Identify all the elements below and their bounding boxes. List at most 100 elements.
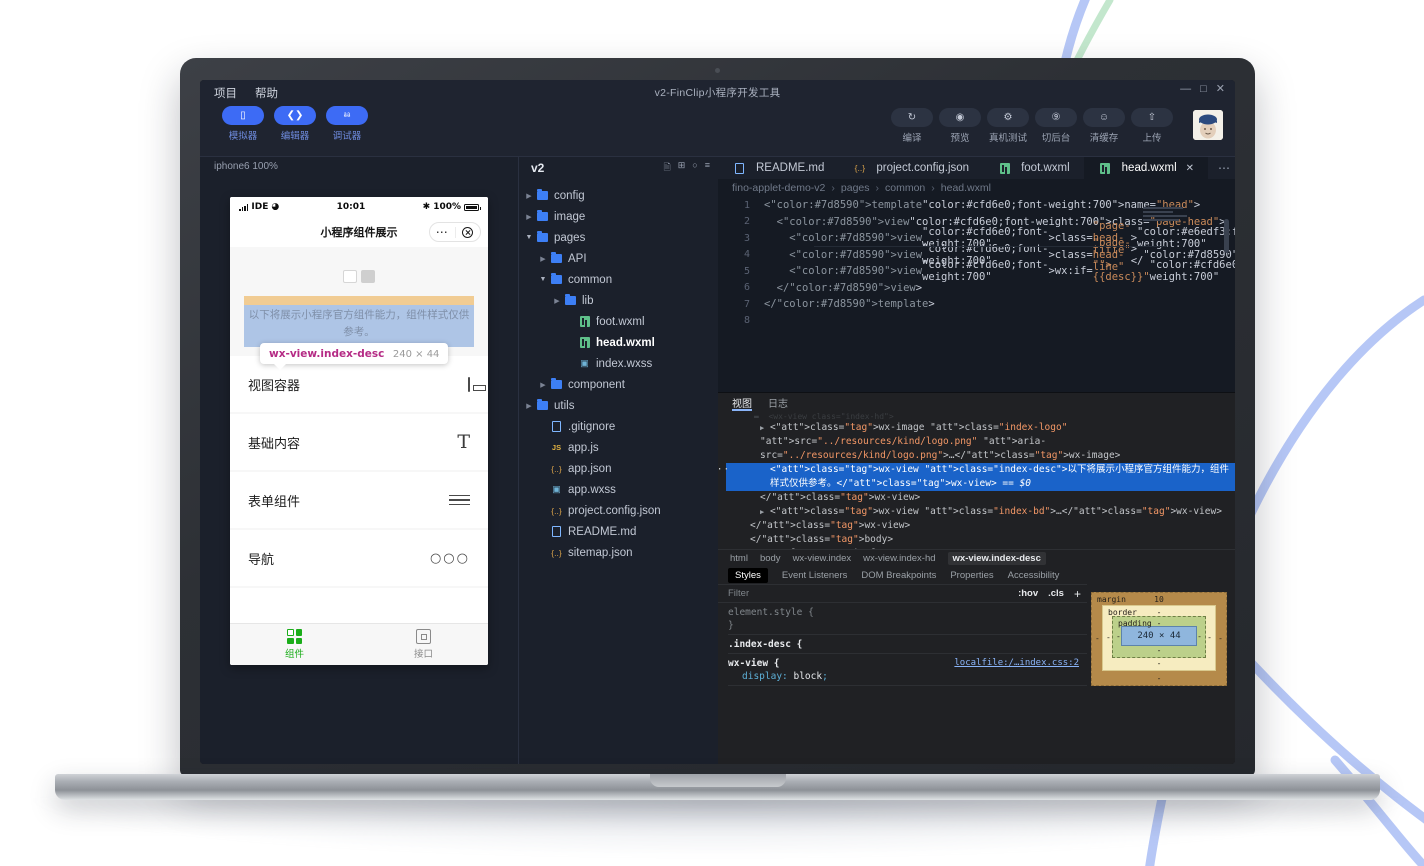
dom-expand-icon[interactable]: ▶ [760,424,764,432]
editor-toggle-button[interactable]: ❮❯ 编辑器 [274,106,316,142]
new-folder-icon[interactable]: ⊞ [678,160,686,176]
debugger-toggle-button[interactable]: ⎂ 调试器 [326,106,368,142]
cls-toggle[interactable]: .cls [1048,588,1064,599]
style-tab-accessibility[interactable]: Accessibility [1008,570,1060,581]
simulator-toggle-button[interactable]: ▯ 模拟器 [222,106,264,142]
device-test-button[interactable]: ⚙ 真机测试 [987,108,1029,144]
editor-tab-readme-md[interactable]: README.md [718,157,838,179]
hov-toggle[interactable]: :hov [1018,588,1038,599]
code-minimap[interactable] [1143,205,1197,375]
tree-arrow-icon[interactable]: ▶ [523,402,535,410]
breadcrumb-item[interactable]: common [885,182,925,194]
box-model-border[interactable]: border - - - - padding - [1102,605,1216,671]
list-item-partial[interactable] [230,588,488,623]
tree-item-config[interactable]: ▶config [519,185,718,206]
editor-tab-foot-wxml[interactable]: foot.wxml [983,157,1084,179]
close-circle-icon[interactable] [456,227,481,238]
filter-input[interactable]: Filter [728,588,1018,599]
dom-tree[interactable]: ▬ <wx-view class="index-hd"> ▶ <"att">cl… [718,411,1235,549]
css-rule[interactable]: .index-desc {</span><div class="prop" da… [728,638,1087,654]
tree-arrow-icon[interactable]: ▶ [551,297,563,305]
tree-item-index-wxss[interactable]: ▣index.wxss [519,353,718,374]
add-rule-icon[interactable]: + [1074,587,1081,601]
dom-crumb-wx-view-index-desc[interactable]: wx-view.index-desc [948,552,1046,565]
tab-close-icon[interactable]: ✕ [1186,163,1194,174]
maximize-icon[interactable]: □ [1200,84,1207,95]
dom-node[interactable]: </"att">class="tag">body> [726,533,1235,547]
breadcrumb-item[interactable]: fino-applet-demo-v2 [732,182,825,194]
css-rule[interactable]: element.style {} [728,606,1087,635]
css-property[interactable]: display: block; [728,670,1087,683]
devtools-tab-view[interactable]: 视图 [732,395,752,411]
code-editor[interactable]: 1<"color:#7d8590">template "color:#cfd6e… [718,197,1235,392]
dom-node[interactable]: </"att">class="tag">wx-view> [726,491,1235,505]
simulator-device-label[interactable]: iphone6 100% [200,157,518,177]
tabbar-item-components[interactable]: 组件 [230,624,359,665]
tree-arrow-icon[interactable]: ▶ [523,213,535,221]
tree-item-lib[interactable]: ▶lib [519,290,718,311]
background-button[interactable]: ⑨ 切后台 [1035,108,1077,144]
editor-tab-head-wxml[interactable]: head.wxml✕ [1084,157,1208,179]
tree-arrow-icon[interactable]: ▼ [537,276,549,283]
tree-arrow-icon[interactable]: ▶ [537,381,549,389]
tree-item-project-config-json[interactable]: {..}project.config.json [519,500,718,521]
close-icon[interactable]: ✕ [1216,84,1225,95]
box-model-content[interactable]: 240 × 44 [1121,626,1197,646]
refresh-icon[interactable]: ○ [692,160,697,176]
collapse-icon[interactable]: ≡ [705,160,710,176]
tree-item-common[interactable]: ▼common [519,269,718,290]
tree-item-api[interactable]: ▶API [519,248,718,269]
tree-item-readme-md[interactable]: README.md [519,521,718,542]
dom-node[interactable]: ▶ <"att">class="tag">wx-image "att">clas… [726,421,1235,463]
css-rule[interactable]: wx-view {localfile:/…index.css:2display:… [728,657,1087,686]
user-avatar[interactable] [1193,110,1223,140]
tree-item-sitemap-json[interactable]: {..}sitemap.json [519,542,718,563]
new-file-icon[interactable]: 🗎 [664,160,671,176]
style-tab-properties[interactable]: Properties [950,570,993,581]
tree-arrow-icon[interactable]: ▶ [537,255,549,263]
css-source-link[interactable]: localfile:/…index.css:2 [954,657,1079,670]
box-model-margin[interactable]: margin 10 - - - border - - [1091,592,1227,686]
index-desc-highlighted[interactable]: 以下将展示小程序官方组件能力，组件样式仅供参考。 [244,305,474,347]
style-tab-styles[interactable]: Styles [728,568,768,583]
editor-tab-project-config-json[interactable]: {..}project.config.json [838,157,983,179]
tree-item-utils[interactable]: ▶utils [519,395,718,416]
style-tab-dom-breakpoints[interactable]: DOM Breakpoints [861,570,936,581]
tree-item-pages[interactable]: ▼pages [519,227,718,248]
tree-item-app-json[interactable]: {..}app.json [519,458,718,479]
code-scrollbar[interactable] [1224,219,1229,253]
capsule-buttons[interactable]: ⋯ [429,222,481,242]
style-tab-event-listeners[interactable]: Event Listeners [782,570,847,581]
tree-arrow-icon[interactable]: ▼ [523,234,535,241]
css-rules-list[interactable]: element.style {} .index-desc {</span><div… [718,603,1087,764]
clear-cache-button[interactable]: ☺ 清缓存 [1083,108,1125,144]
tree-arrow-icon[interactable]: ▶ [523,192,535,200]
list-item[interactable]: 视图容器 [230,356,488,412]
tree-item--gitignore[interactable]: .gitignore [519,416,718,437]
list-item[interactable]: 导航 ○○○ [230,530,488,586]
dom-expand-icon[interactable]: ▶ [760,508,764,516]
dom-node[interactable]: ▶ <"att">class="tag">wx-view "att">class… [726,505,1235,519]
list-item[interactable]: 基础内容 T [230,414,488,470]
minimize-icon[interactable]: — [1180,84,1191,95]
dom-node[interactable]: </"att">class="tag">wx-view> [726,519,1235,533]
dom-node[interactable]: <"att">class="tag">wx-view "att">class="… [726,463,1235,491]
devtools-tab-log[interactable]: 日志 [768,395,788,411]
list-item[interactable]: 表单组件 [230,472,488,528]
breadcrumb-item[interactable]: head.wxml [941,182,991,194]
breadcrumb-item[interactable]: pages [841,182,870,194]
tree-item-component[interactable]: ▶component [519,374,718,395]
tree-item-image[interactable]: ▶image [519,206,718,227]
tree-item-app-js[interactable]: JSapp.js [519,437,718,458]
tree-item-head-wxml[interactable]: head.wxml [519,332,718,353]
preview-button[interactable]: ◉ 预览 [939,108,981,144]
upload-button[interactable]: ⇧ 上传 [1131,108,1173,144]
box-model-padding[interactable]: padding - - - - 240 × 44 [1112,616,1206,658]
tree-item-app-wxss[interactable]: ▣app.wxss [519,479,718,500]
tabbar-item-api[interactable]: 接口 [359,624,488,665]
dom-crumb-html[interactable]: html [730,553,748,564]
compile-button[interactable]: ↻ 编译 [891,108,933,144]
dom-crumb-body[interactable]: body [760,553,781,564]
tree-item-foot-wxml[interactable]: foot.wxml [519,311,718,332]
dom-crumb-wx-view-index[interactable]: wx-view.index [793,553,852,564]
